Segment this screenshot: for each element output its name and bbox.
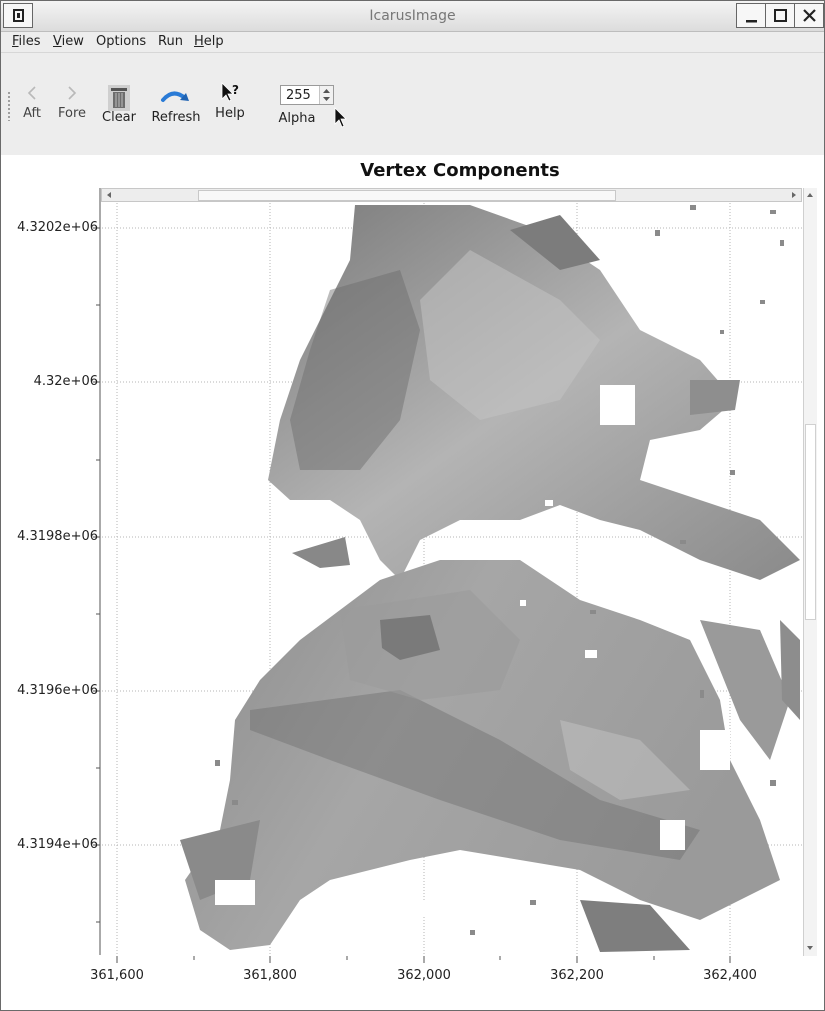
- refresh-icon: [161, 91, 189, 102]
- x-tick-label: 362,200: [550, 968, 604, 983]
- x-tick-label: 361,800: [243, 968, 297, 983]
- y-tick-label: 4.32e+06: [33, 374, 98, 389]
- window-title: IcarusImage: [369, 8, 456, 24]
- title-bar[interactable]: IcarusImage: [1, 1, 824, 32]
- close-icon: [803, 9, 816, 22]
- chevron-left-icon: [27, 86, 36, 100]
- refresh-button[interactable]: Refresh: [149, 81, 203, 127]
- scroll-up-icon[interactable]: [804, 189, 816, 201]
- scroll-down-icon[interactable]: [804, 942, 816, 954]
- alpha-spinner-arrows[interactable]: [319, 86, 333, 104]
- trash-icon: [108, 85, 130, 111]
- chevron-right-icon: [68, 86, 77, 100]
- minimize-icon: [746, 20, 757, 23]
- menu-help[interactable]: Help: [194, 34, 224, 49]
- menu-bar: Files View Options Run Help: [1, 32, 824, 52]
- y-tick-label: 4.3202e+06: [17, 220, 98, 235]
- maximize-button[interactable]: [765, 3, 795, 28]
- menu-view[interactable]: View: [53, 34, 84, 49]
- clear-button[interactable]: Clear: [101, 81, 137, 127]
- toolbar: Aft Fore Clear Refresh ? Help 255 Alpha: [1, 52, 824, 156]
- close-button[interactable]: [794, 3, 824, 28]
- clear-label: Clear: [102, 110, 136, 125]
- y-tick-label: 4.3198e+06: [17, 529, 98, 544]
- alpha-value[interactable]: 255: [286, 88, 311, 103]
- menu-files[interactable]: Files: [12, 34, 41, 49]
- menu-run[interactable]: Run: [158, 34, 183, 49]
- minimize-button[interactable]: [736, 3, 766, 28]
- chart-title: Vertex Components: [360, 160, 560, 181]
- help-pointer-icon: ?: [221, 82, 239, 102]
- refresh-label: Refresh: [151, 110, 201, 125]
- mouse-pointer-icon: [334, 107, 347, 128]
- svg-text:?: ?: [232, 83, 239, 97]
- aft-label: Aft: [23, 106, 41, 121]
- fore-button[interactable]: Fore: [55, 81, 89, 123]
- scroll-right-icon[interactable]: [788, 189, 800, 201]
- horizontal-scroll-thumb[interactable]: [198, 190, 616, 201]
- y-tick-label: 4.3196e+06: [17, 683, 98, 698]
- x-tick-label: 362,000: [397, 968, 451, 983]
- x-tick-label: 361,600: [90, 968, 144, 983]
- help-button[interactable]: ? Help: [213, 81, 247, 123]
- x-tick-label: 362,400: [703, 968, 757, 983]
- vertical-scroll-thumb[interactable]: [805, 424, 816, 620]
- alpha-spinner[interactable]: 255: [280, 85, 334, 105]
- toolbar-grip[interactable]: [7, 91, 11, 121]
- plot-panel: [1, 155, 824, 1010]
- menu-options[interactable]: Options: [96, 34, 146, 49]
- y-tick-label: 4.3194e+06: [17, 837, 98, 852]
- app-window: IcarusImage Files View Options Run Help …: [0, 0, 825, 1011]
- maximize-icon: [774, 9, 787, 22]
- fore-label: Fore: [57, 106, 87, 121]
- spinner-arrows-icon[interactable]: [320, 86, 333, 104]
- aft-button[interactable]: Aft: [17, 81, 47, 123]
- horizontal-scrollbar[interactable]: [101, 188, 802, 202]
- vertical-scrollbar[interactable]: [803, 188, 817, 956]
- help-label: Help: [215, 106, 245, 121]
- scroll-left-icon[interactable]: [103, 189, 115, 201]
